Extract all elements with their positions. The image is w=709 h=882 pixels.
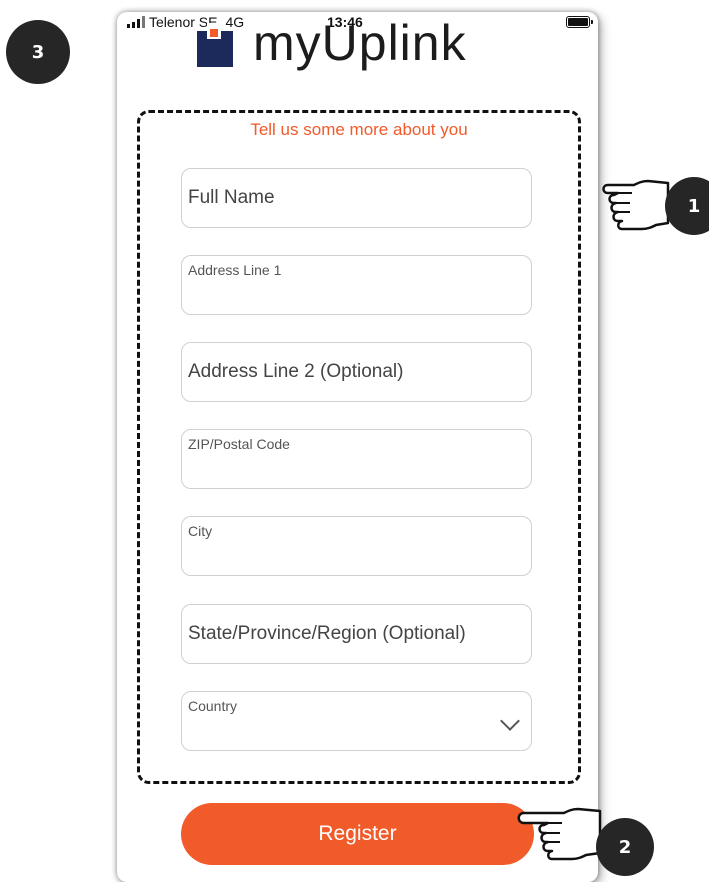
battery-icon xyxy=(566,16,593,28)
address-line-1-label: Address Line 1 xyxy=(188,262,282,278)
step-badge-2: 2 xyxy=(596,818,654,876)
country-label: Country xyxy=(188,698,238,714)
state-region-placeholder: State/Province/Region (Optional) xyxy=(188,623,466,644)
form-subtitle: Tell us some more about you xyxy=(250,120,468,139)
step-badge-3: 3 xyxy=(6,20,70,84)
step-badge-1: 1 xyxy=(665,177,709,235)
city-label: City xyxy=(188,523,213,539)
state-region-field[interactable]: State/Province/Region (Optional) xyxy=(181,604,532,664)
zip-code-field[interactable]: ZIP/Postal Code xyxy=(181,429,532,489)
address-line-1-field[interactable]: Address Line 1 xyxy=(181,255,532,315)
full-name-placeholder: Full Name xyxy=(188,187,275,208)
zip-code-label: ZIP/Postal Code xyxy=(188,436,290,452)
country-select[interactable]: Country xyxy=(181,691,532,751)
brand-logo-icon xyxy=(197,23,233,67)
signal-icon xyxy=(127,16,145,28)
brand-header: myUplink xyxy=(197,22,467,82)
pointing-hand-icon xyxy=(517,807,602,861)
register-button[interactable]: Register xyxy=(181,803,534,865)
brand-name: myUplink xyxy=(253,22,467,71)
city-field[interactable]: City xyxy=(181,516,532,576)
address-line-2-field[interactable]: Address Line 2 (Optional) xyxy=(181,342,532,402)
address-line-2-placeholder: Address Line 2 (Optional) xyxy=(188,361,404,382)
full-name-field[interactable]: Full Name xyxy=(181,168,532,228)
pointing-hand-icon xyxy=(602,179,670,231)
chevron-down-icon[interactable] xyxy=(500,711,520,731)
